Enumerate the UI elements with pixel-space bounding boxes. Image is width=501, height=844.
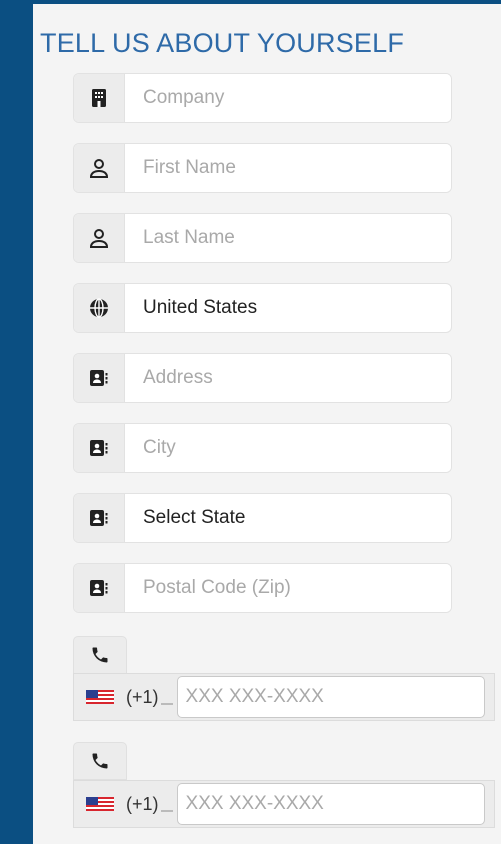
address-book-icon (74, 564, 125, 612)
first-name-field-group (73, 143, 452, 193)
country-field-group: United States (73, 283, 452, 333)
dial-code[interactable]: (+1) (126, 687, 159, 708)
address-book-icon (74, 494, 125, 542)
building-icon (74, 74, 125, 122)
form-title: TELL US ABOUT YOURSELF (40, 28, 405, 58)
dial-code-separator (160, 703, 173, 705)
company-field-group (73, 73, 452, 123)
phone-input[interactable] (176, 676, 485, 718)
state-field-group: Select State (73, 493, 452, 543)
address-input[interactable] (125, 354, 451, 402)
country-select[interactable]: United States (125, 284, 451, 332)
first-name-input[interactable] (125, 144, 451, 192)
phone-row: (+1) (73, 780, 495, 828)
state-select[interactable]: Select State (125, 494, 451, 542)
address-book-icon (74, 424, 125, 472)
dial-code-separator (160, 810, 173, 812)
globe-icon (74, 284, 125, 332)
city-input[interactable] (125, 424, 451, 472)
us-flag-icon[interactable] (86, 690, 114, 704)
last-name-field-group (73, 213, 452, 263)
us-flag-icon[interactable] (86, 797, 114, 811)
address-field-group (73, 353, 452, 403)
phone-icon (73, 636, 127, 674)
city-field-group (73, 423, 452, 473)
user-icon (74, 144, 125, 192)
dial-code[interactable]: (+1) (126, 794, 159, 815)
postal-code-field-group (73, 563, 452, 613)
last-name-input[interactable] (125, 214, 451, 262)
phone-row: (+1) (73, 673, 495, 721)
user-icon (74, 214, 125, 262)
postal-code-input[interactable] (125, 564, 451, 612)
company-input[interactable] (125, 74, 451, 122)
address-book-icon (74, 354, 125, 402)
phone-input[interactable] (176, 783, 485, 825)
phone-icon (73, 742, 127, 780)
